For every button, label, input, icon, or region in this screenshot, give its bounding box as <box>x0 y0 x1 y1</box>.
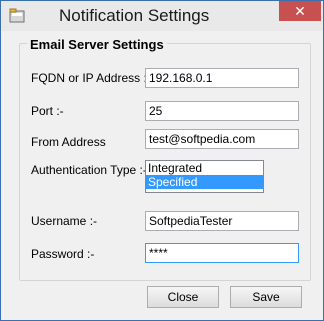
close-icon: ✕ <box>294 3 306 19</box>
close-button[interactable]: Close <box>147 286 219 308</box>
fqdn-label: FQDN or IP Address :- <box>31 71 151 85</box>
password-label: Password :- <box>31 247 95 261</box>
auth-option-specified[interactable]: Specified <box>146 175 263 189</box>
close-window-button[interactable]: ✕ <box>279 1 321 21</box>
from-address-input[interactable]: test@softpedia.com <box>145 129 299 149</box>
auth-option-integrated[interactable]: Integrated <box>146 161 263 175</box>
group-legend: Email Server Settings <box>27 37 167 53</box>
title-bar[interactable]: Notification Settings ✕ <box>1 1 323 31</box>
auth-type-label: Authentication Type :- <box>31 163 147 177</box>
app-icon <box>9 8 25 23</box>
from-address-label: From Address <box>31 135 106 149</box>
auth-type-listbox[interactable]: Integrated Specified <box>145 160 264 193</box>
username-label: Username :- <box>31 214 98 228</box>
port-label: Port :- <box>31 104 64 118</box>
window-title: Notification Settings <box>59 6 210 25</box>
save-button[interactable]: Save <box>230 286 302 308</box>
port-input[interactable]: 25 <box>145 101 299 121</box>
fqdn-input[interactable]: 192.168.0.1 <box>145 68 299 88</box>
username-input[interactable]: SoftpediaTester <box>145 211 299 231</box>
password-input[interactable]: **** <box>145 243 299 263</box>
notification-settings-window: Notification Settings ✕ Email Server Set… <box>0 0 324 321</box>
